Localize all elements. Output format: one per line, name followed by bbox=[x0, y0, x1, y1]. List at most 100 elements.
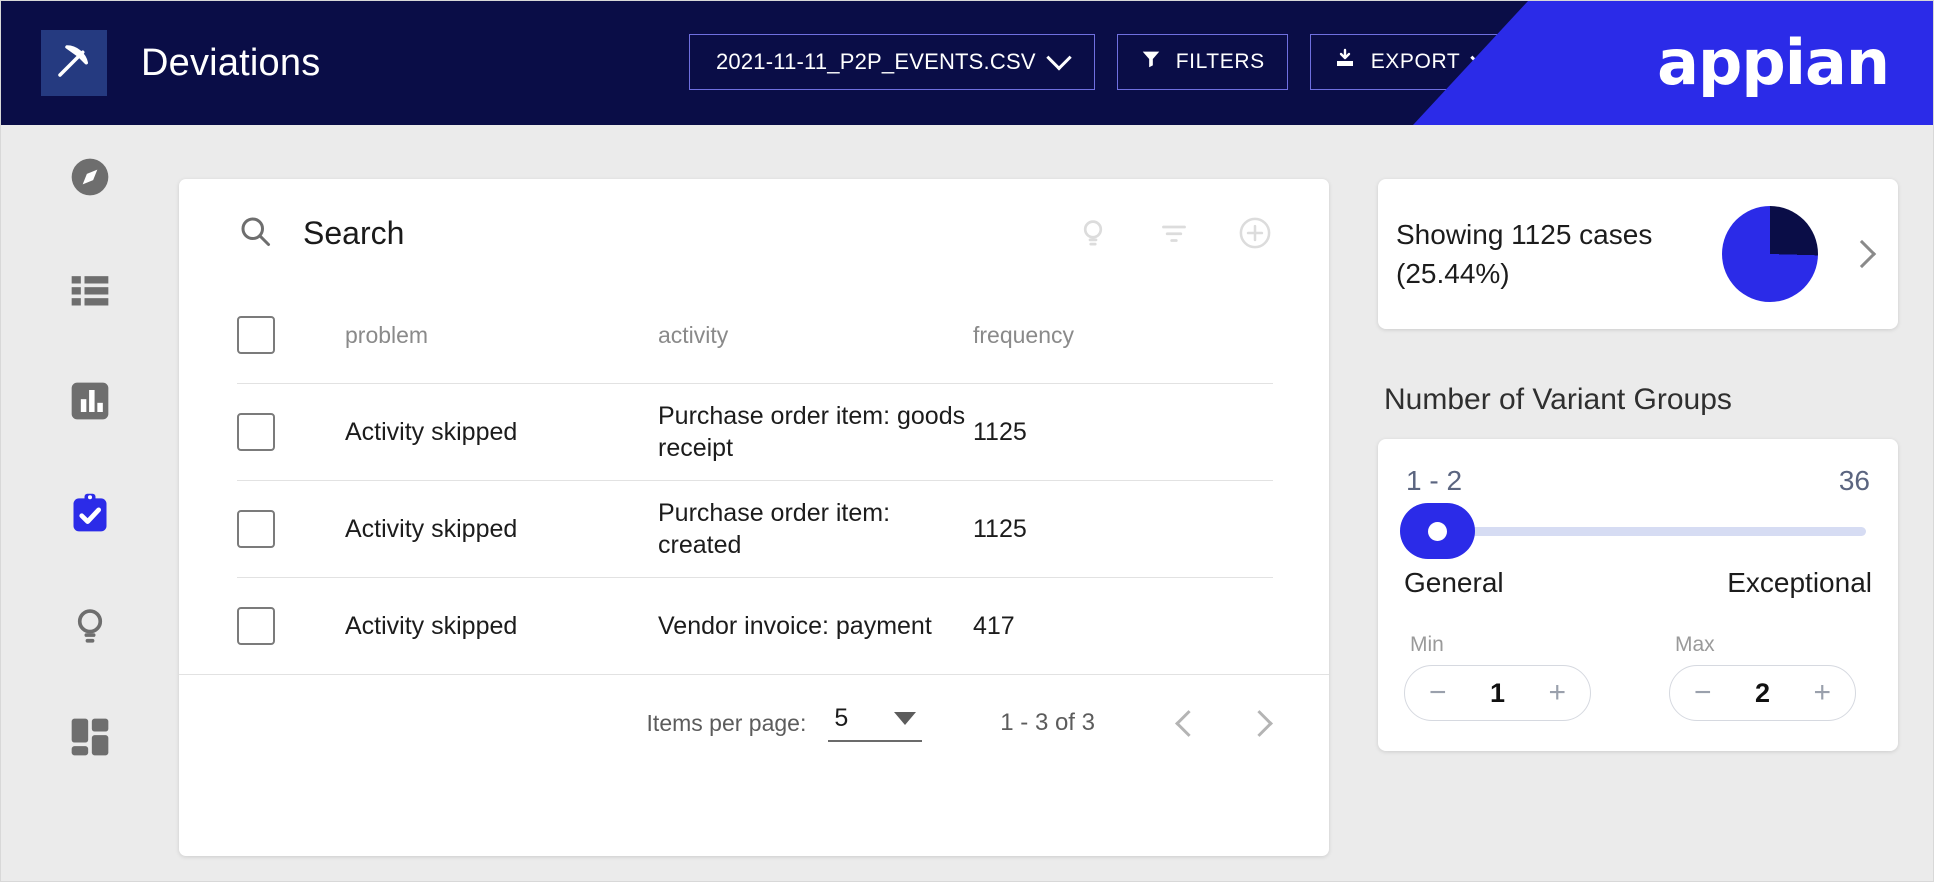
select-all-checkbox[interactable] bbox=[237, 316, 275, 354]
search-bar bbox=[179, 179, 1329, 287]
cell-problem: Activity skipped bbox=[345, 418, 518, 446]
lightbulb-icon[interactable] bbox=[1075, 215, 1111, 251]
cell-activity: Purchase order item: goods receipt bbox=[658, 402, 966, 462]
max-decrement-button[interactable]: − bbox=[1694, 678, 1712, 708]
chevron-right-icon[interactable] bbox=[1847, 239, 1877, 269]
sidebar bbox=[1, 125, 151, 882]
search-icon bbox=[237, 213, 273, 254]
min-value: 1 bbox=[1489, 677, 1506, 708]
table-row[interactable]: Activity skipped Purchase order item: go… bbox=[237, 383, 1273, 480]
pagination-nav bbox=[1175, 709, 1273, 737]
cell-frequency: 1125 bbox=[973, 515, 1027, 543]
application-window: Deviations 2021-11-11_P2P_EVENTS.CSV FIL… bbox=[0, 0, 1934, 882]
row-select-cell bbox=[237, 413, 345, 451]
search-input[interactable] bbox=[303, 214, 1075, 252]
sidebar-item-discover[interactable] bbox=[63, 152, 117, 206]
cell-problem: Activity skipped bbox=[345, 515, 518, 543]
grid-icon bbox=[68, 715, 112, 764]
variant-groups-title: Number of Variant Groups bbox=[1384, 383, 1732, 416]
column-header-activity[interactable]: activity bbox=[658, 322, 973, 349]
cases-pie-chart bbox=[1722, 206, 1818, 302]
slider-label-exceptional: Exceptional bbox=[1727, 567, 1872, 598]
slider-values: 1 - 2 36 bbox=[1400, 465, 1876, 497]
app-body: problem activity frequency Activity skip… bbox=[1, 125, 1933, 882]
list-icon bbox=[68, 267, 112, 316]
max-stepper-group: Max − 2 + bbox=[1669, 633, 1856, 721]
max-increment-button[interactable]: + bbox=[1813, 678, 1831, 708]
search-actions bbox=[1075, 215, 1273, 251]
min-max-steppers: Min − 1 + Max − 2 + bbox=[1400, 633, 1876, 721]
row-checkbox[interactable] bbox=[237, 510, 275, 548]
sidebar-item-dashboard[interactable] bbox=[63, 712, 117, 766]
cases-text: Showing 1125 cases (25.44%) bbox=[1396, 215, 1722, 293]
pagination-range: 1 - 3 of 3 bbox=[1000, 709, 1095, 736]
slider-max-value: 36 bbox=[1838, 465, 1870, 496]
row-checkbox[interactable] bbox=[237, 607, 275, 645]
filters-label: FILTERS bbox=[1175, 50, 1265, 73]
filter-icon bbox=[1140, 48, 1162, 76]
filters-button[interactable]: FILTERS bbox=[1116, 34, 1288, 90]
max-stepper: − 2 + bbox=[1669, 665, 1856, 721]
page-title: Deviations bbox=[141, 41, 321, 84]
chevron-right-icon[interactable] bbox=[1246, 709, 1273, 737]
cell-activity: Vendor invoice: payment bbox=[658, 612, 932, 640]
row-select-cell bbox=[237, 607, 345, 645]
pickaxe-icon bbox=[53, 40, 95, 87]
file-selector-button[interactable]: 2021-11-11_P2P_EVENTS.CSV bbox=[689, 34, 1095, 90]
deviations-table: problem activity frequency Activity skip… bbox=[179, 287, 1329, 674]
pagination: Items per page: 5 1 - 3 of 3 bbox=[179, 674, 1329, 771]
lightbulb-icon bbox=[68, 603, 112, 652]
sidebar-item-insights[interactable] bbox=[63, 600, 117, 654]
right-panel: Showing 1125 cases (25.44%) Number of Va… bbox=[1378, 179, 1898, 751]
slider-thumb-dot bbox=[1428, 521, 1447, 541]
sidebar-item-deviations[interactable] bbox=[63, 488, 117, 542]
cell-problem: Activity skipped bbox=[345, 612, 518, 640]
slider-selected-range: 1 - 2 bbox=[1406, 465, 1463, 496]
items-per-page-select[interactable]: 5 bbox=[828, 704, 923, 742]
cell-activity: Purchase order item: created bbox=[658, 499, 891, 559]
export-label: EXPORT bbox=[1370, 50, 1461, 73]
cell-frequency: 1125 bbox=[973, 418, 1027, 446]
variant-groups-card: 1 - 2 36 General Exceptional Min − 1 + M… bbox=[1378, 439, 1898, 751]
min-increment-button[interactable]: + bbox=[1548, 678, 1566, 708]
cases-line-1: Showing 1125 cases bbox=[1396, 218, 1653, 250]
column-header-problem[interactable]: problem bbox=[345, 322, 658, 349]
sidebar-item-list[interactable] bbox=[63, 264, 117, 318]
slider-thumb[interactable] bbox=[1400, 503, 1475, 559]
compass-icon bbox=[68, 155, 112, 204]
table-row[interactable]: Activity skipped Purchase order item: cr… bbox=[237, 480, 1273, 577]
header-controls: 2021-11-11_P2P_EVENTS.CSV FILTERS EXPORT bbox=[689, 34, 1516, 90]
sort-icon[interactable] bbox=[1156, 215, 1192, 251]
min-label: Min bbox=[1410, 633, 1444, 656]
column-header-frequency[interactable]: frequency bbox=[973, 322, 1273, 349]
add-circle-icon[interactable] bbox=[1237, 215, 1273, 251]
file-selector-label: 2021-11-11_P2P_EVENTS.CSV bbox=[716, 49, 1036, 74]
min-stepper: − 1 + bbox=[1404, 665, 1591, 721]
table-header-row: problem activity frequency bbox=[237, 287, 1273, 383]
chevron-down-icon bbox=[894, 712, 917, 725]
sidebar-item-analytics[interactable] bbox=[63, 376, 117, 430]
cases-line-2: (25.44%) bbox=[1396, 258, 1510, 289]
chevron-down-icon bbox=[1045, 45, 1072, 71]
app-logo bbox=[41, 30, 107, 96]
row-checkbox[interactable] bbox=[237, 413, 275, 451]
app-header: Deviations 2021-11-11_P2P_EVENTS.CSV FIL… bbox=[1, 1, 1933, 125]
download-icon bbox=[1333, 47, 1357, 77]
showing-cases-card[interactable]: Showing 1125 cases (25.44%) bbox=[1378, 179, 1898, 329]
slider-endpoint-labels: General Exceptional bbox=[1400, 567, 1876, 599]
chevron-left-icon[interactable] bbox=[1175, 709, 1202, 737]
items-per-page-value: 5 bbox=[834, 704, 849, 732]
select-all-cell bbox=[237, 316, 345, 354]
row-select-cell bbox=[237, 510, 345, 548]
deviations-card: problem activity frequency Activity skip… bbox=[179, 179, 1329, 856]
brand-wordmark: appian bbox=[1657, 26, 1890, 99]
appian-brand: appian bbox=[1413, 1, 1933, 125]
slider-label-general: General bbox=[1404, 567, 1504, 598]
items-per-page-label: Items per page: bbox=[646, 709, 807, 736]
min-decrement-button[interactable]: − bbox=[1429, 678, 1447, 708]
max-value: 2 bbox=[1754, 677, 1771, 708]
slider-track bbox=[1414, 526, 1866, 536]
table-row[interactable]: Activity skipped Vendor invoice: payment… bbox=[237, 577, 1273, 674]
variant-slider[interactable] bbox=[1400, 503, 1876, 559]
cell-frequency: 417 bbox=[973, 612, 1015, 640]
